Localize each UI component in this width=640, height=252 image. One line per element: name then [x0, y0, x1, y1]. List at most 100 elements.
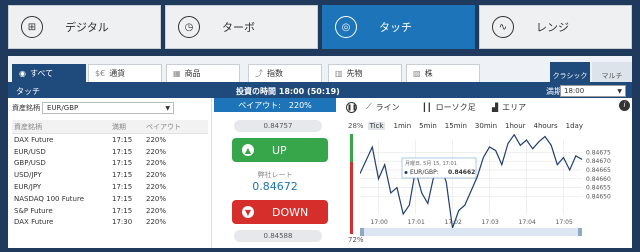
- timeframe-5min[interactable]: 5min: [419, 122, 437, 130]
- subtab-stock[interactable]: ▨ 株: [406, 64, 480, 82]
- line-chart-icon: ⟋: [366, 102, 372, 111]
- up-button[interactable]: ▲ UP: [232, 138, 328, 162]
- subtab-currency[interactable]: $€ 通貨: [88, 64, 162, 82]
- asset-expiry: 17:15: [112, 206, 133, 215]
- futures-icon: ▥: [335, 69, 343, 78]
- chevron-down-icon: ▼: [617, 87, 622, 95]
- tab-digital[interactable]: ⊞ デジタル: [8, 5, 161, 49]
- table-row[interactable]: EUR/JPY 17:15 220%: [12, 181, 208, 193]
- subtab-label: 指数: [267, 69, 283, 78]
- tab-touch[interactable]: ◎ タッチ: [322, 5, 475, 49]
- subtab-futures[interactable]: ▥ 先物: [328, 64, 402, 82]
- tab-range[interactable]: ∿ レンジ: [479, 5, 632, 49]
- timeframe-30min[interactable]: 30min: [475, 122, 497, 130]
- up-price: 0.84757: [234, 120, 322, 132]
- asset-expiry: 17:15: [112, 147, 133, 156]
- line-chart-label: ライン: [375, 102, 400, 112]
- pause-button[interactable]: ❚❚: [346, 100, 357, 114]
- asset-selector-row: 資産銘柄 EUR/GBP ▼: [12, 102, 174, 114]
- timeframe-15min[interactable]: 15min: [445, 122, 467, 130]
- tooltip-date: 月曜日, 5月 15, 17:01: [405, 161, 457, 167]
- chart-tooltip: 月曜日, 5月 15, 17:01 EUR/GBP: 0.84662: [401, 157, 477, 179]
- down-button-label: DOWN: [272, 205, 309, 219]
- arrow-down-icon: ▼: [242, 206, 254, 218]
- down-button[interactable]: ▼ DOWN: [232, 200, 328, 224]
- asset-table: 資産銘柄 満期 ペイアウト DAX Future 17:15 220% EUR/USD…: [12, 120, 208, 228]
- table-row[interactable]: DAX Future 17:30 220%: [12, 217, 208, 229]
- up-button-label: UP: [272, 143, 287, 157]
- timeframe-tick[interactable]: Tick: [367, 122, 386, 130]
- asset-name: DAX Future: [14, 218, 54, 227]
- timeframe-1min[interactable]: 1min: [393, 122, 411, 130]
- pause-icon: ❚❚: [346, 101, 358, 113]
- tab-turbo[interactable]: ◷ ターボ: [165, 5, 318, 49]
- asset-payout: 220%: [146, 159, 167, 168]
- x-tick-label: 17:01: [408, 219, 425, 226]
- asset-select[interactable]: EUR/GBP ▼: [42, 102, 174, 114]
- expiry-value: 18:00: [564, 87, 585, 95]
- subtab-all[interactable]: ◉ すべて: [12, 64, 86, 82]
- asset-expiry: 17:15: [112, 171, 133, 180]
- asset-payout: 220%: [146, 171, 167, 180]
- subtab-label: 通貨: [109, 69, 126, 78]
- table-row[interactable]: USD/JPY 17:15 220%: [12, 169, 208, 181]
- price-chart[interactable]: 0.846750.846700.846650.846600.846550.846…: [360, 134, 640, 246]
- product-tabs: ⊞ デジタル ◷ ターボ ◎ タッチ ∿ レンジ: [8, 5, 632, 49]
- x-tick-label: 17:03: [482, 219, 499, 226]
- multi-view-button[interactable]: マルチ: [592, 62, 632, 82]
- asset-payout: 220%: [146, 135, 167, 144]
- asset-expiry: 17:30: [112, 218, 133, 227]
- asset-name: S&P Future: [14, 206, 53, 215]
- subtab-index[interactable]: ⤴ 指数: [248, 64, 322, 82]
- trade-pane: ペイアウト: 220% 0.84757 ▲ UP 弊社レート 0.84672 ▼…: [214, 98, 336, 248]
- info-icon[interactable]: i: [619, 100, 630, 111]
- table-row[interactable]: DAX Future 17:15 220%: [12, 134, 208, 146]
- subtab-label: 商品: [184, 69, 201, 78]
- area-chart-button[interactable]: ▟ エリア: [492, 100, 526, 114]
- candlestick-icon: ┃┃: [422, 102, 432, 112]
- table-row[interactable]: EUR/USD 17:15 220%: [12, 146, 208, 158]
- asset-name: EUR/JPY: [14, 183, 42, 192]
- dial-icon: ⊞: [21, 16, 43, 38]
- area-chart-label: エリア: [502, 102, 527, 112]
- asset-list-pane: 資産銘柄 EUR/GBP ▼ 資産銘柄 満期 ペイアウト DAX Future 1…: [8, 98, 212, 248]
- column-header-expiry: 満期: [112, 122, 126, 131]
- globe-icon: ◉: [19, 69, 26, 78]
- y-tick-label: 0.84650: [586, 193, 611, 200]
- table-row[interactable]: S&P Future 17:15 220%: [12, 205, 208, 217]
- asset-name: EUR/USD: [14, 147, 46, 156]
- asset-name: GBP/USD: [14, 159, 46, 168]
- classic-view-button[interactable]: クラシック: [550, 62, 590, 82]
- asset-payout: 220%: [146, 147, 167, 156]
- chevron-down-icon: ▼: [165, 104, 170, 112]
- line-chart-button[interactable]: ⟋ ライン: [366, 100, 400, 114]
- timeframe-4hours[interactable]: 4hours: [534, 122, 558, 130]
- asset-expiry: 17:15: [112, 159, 133, 168]
- sentiment-bar: [350, 134, 353, 234]
- sentiment-bar-down: [350, 162, 353, 234]
- target-icon: ◎: [335, 16, 357, 38]
- expiry-select[interactable]: 18:00 ▼: [560, 85, 626, 97]
- subtab-label: 株: [424, 69, 433, 78]
- asset-payout: 220%: [146, 183, 167, 192]
- candle-chart-button[interactable]: ┃┃ ローソク足: [422, 100, 476, 114]
- table-row[interactable]: NASDAQ 100 Future 17:15 220%: [12, 193, 208, 205]
- chart-axes: 0.846750.846700.846650.846600.846550.846…: [360, 134, 611, 229]
- asset-expiry: 17:15: [112, 183, 133, 192]
- asset-rows: DAX Future 17:15 220% EUR/USD 17:15 220% GBP/U…: [12, 134, 208, 228]
- down-price: 0.84588: [234, 230, 322, 242]
- asset-name: DAX Future: [14, 135, 54, 144]
- asset-selector-label: 資産銘柄: [12, 104, 40, 112]
- table-row[interactable]: GBP/USD 17:15 220%: [12, 158, 208, 170]
- tab-label: レンジ: [536, 21, 569, 34]
- index-icon: ⤴: [255, 69, 263, 78]
- subtab-commodity[interactable]: ▦ 商品: [166, 64, 240, 82]
- subtab-label: 先物: [346, 69, 363, 78]
- investment-time: 投資の時間 18:00 (50:19): [236, 86, 340, 96]
- column-header-payout: ペイアウト: [146, 122, 181, 131]
- timeframe-1day[interactable]: 1day: [566, 122, 583, 130]
- sentiment-bar-up: [350, 134, 353, 162]
- header-bar: タッチ 投資の時間 18:00 (50:19) 満期 18:00 ▼: [8, 84, 632, 98]
- y-tick-label: 0.84660: [586, 176, 611, 183]
- timeframe-1hour[interactable]: 1hour: [505, 122, 526, 130]
